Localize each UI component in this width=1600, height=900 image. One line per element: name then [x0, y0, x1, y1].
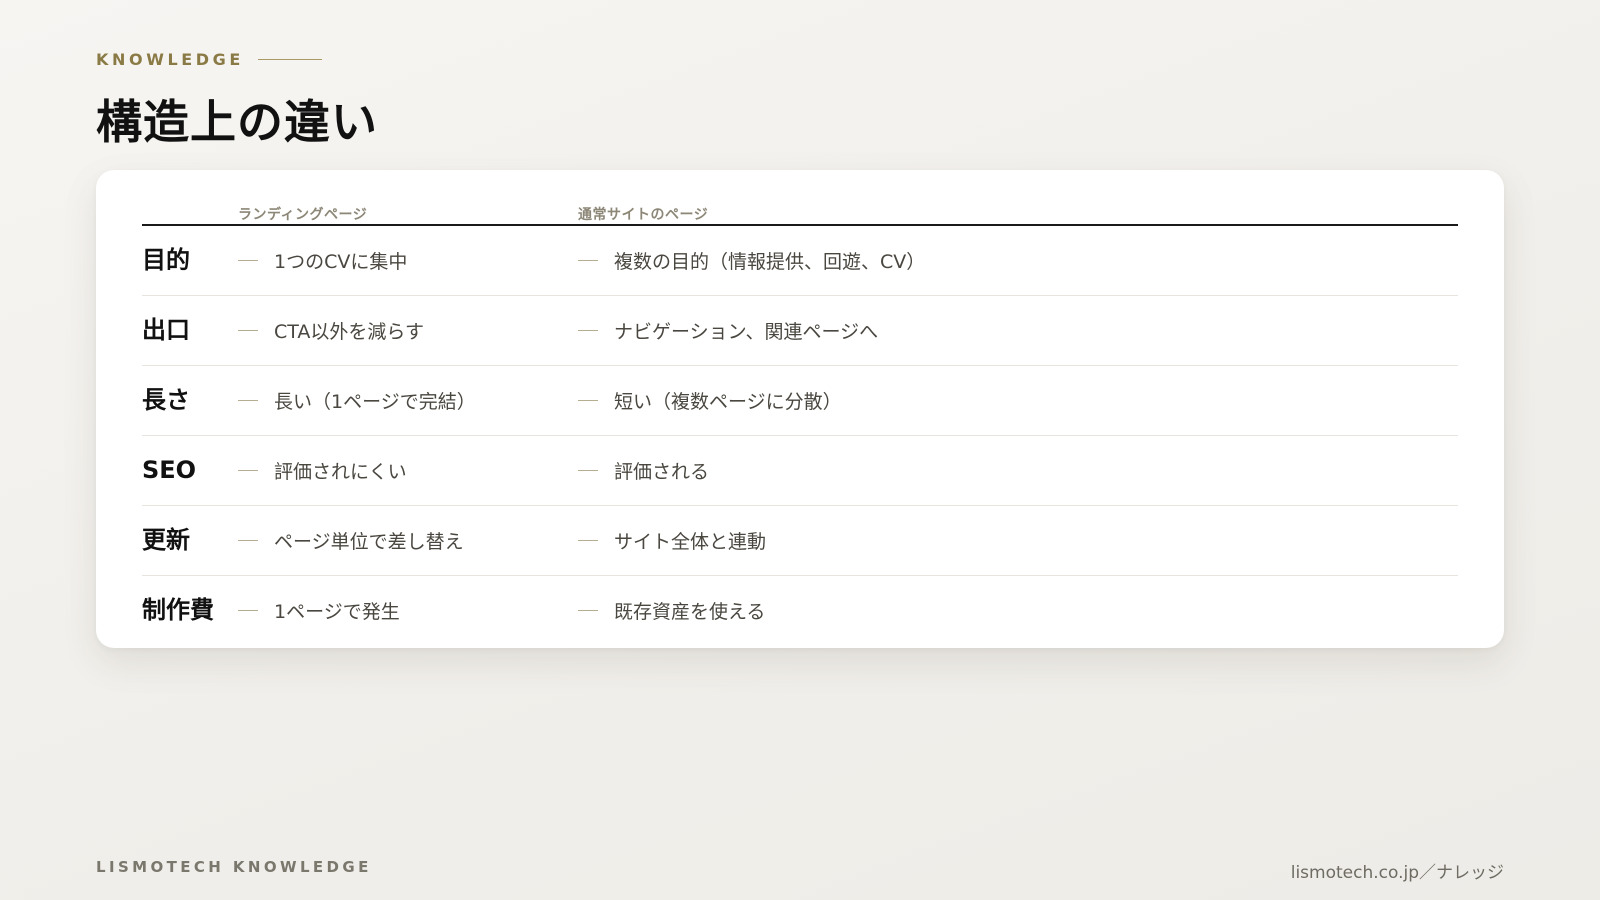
- row-label: 目的: [142, 246, 190, 274]
- table-row: 更新 ページ単位で差し替え サイト全体と連動: [142, 506, 1458, 576]
- cell-text: 1つのCVに集中: [274, 251, 408, 273]
- dash-icon: [238, 330, 258, 331]
- table-header: ランディングページ 通常サイトのページ: [142, 192, 1458, 226]
- dash-icon: [238, 400, 258, 401]
- eyebrow-divider: [257, 59, 322, 60]
- table-row: 長さ 長い（1ページで完結） 短い（複数ページに分散）: [142, 366, 1458, 436]
- cell-text: 既存資産を使える: [614, 601, 766, 623]
- regular-site-cell: 評価される: [578, 436, 709, 505]
- landing-page-cell: 評価されにくい: [238, 436, 407, 505]
- dash-icon: [238, 540, 258, 541]
- table-row: SEO 評価されにくい 評価される: [142, 436, 1458, 506]
- regular-site-cell: サイト全体と連動: [578, 506, 766, 575]
- dash-icon: [578, 260, 598, 261]
- cell-text: 長い（1ページで完結）: [274, 391, 476, 413]
- table-row: 制作費 1ページで発生 既存資産を使える: [142, 576, 1458, 645]
- landing-page-cell: CTA以外を減らす: [238, 296, 424, 365]
- dash-icon: [578, 400, 598, 401]
- dash-icon: [238, 610, 258, 611]
- section-eyebrow: KNOWLEDGE: [96, 50, 322, 69]
- cell-text: CTA以外を減らす: [274, 321, 425, 343]
- comparison-table: ランディングページ 通常サイトのページ 目的 1つのCVに集中 複数の目的（情報…: [142, 192, 1458, 645]
- footer-brand: LISMOTECH KNOWLEDGE: [96, 858, 372, 876]
- cell-text: 1ページで発生: [274, 601, 400, 623]
- dash-icon: [578, 330, 598, 331]
- row-label: 出口: [142, 316, 190, 344]
- cell-text: サイト全体と連動: [614, 531, 767, 553]
- dash-icon: [238, 470, 258, 471]
- regular-site-cell: ナビゲーション、関連ページへ: [578, 296, 878, 365]
- cell-text: 評価される: [614, 461, 710, 483]
- cell-text: 評価されにくい: [274, 461, 407, 483]
- eyebrow-label: KNOWLEDGE: [96, 50, 244, 69]
- comparison-card: ランディングページ 通常サイトのページ 目的 1つのCVに集中 複数の目的（情報…: [96, 170, 1504, 648]
- landing-page-cell: 長い（1ページで完結）: [238, 366, 476, 435]
- row-label: 長さ: [142, 386, 190, 414]
- footer-url: lismotech.co.jp／ナレッジ: [1290, 863, 1504, 883]
- landing-page-cell: ページ単位で差し替え: [238, 506, 464, 575]
- table-row: 出口 CTA以外を減らす ナビゲーション、関連ページへ: [142, 296, 1458, 366]
- dash-icon: [578, 610, 598, 611]
- page-title: 構造上の違い: [96, 95, 378, 149]
- regular-site-cell: 既存資産を使える: [578, 576, 765, 645]
- row-label: 更新: [142, 526, 190, 554]
- cell-text: 短い（複数ページに分散）: [614, 391, 842, 413]
- landing-page-cell: 1ページで発生: [238, 576, 400, 645]
- regular-site-cell: 短い（複数ページに分散）: [578, 366, 842, 435]
- landing-page-cell: 1つのCVに集中: [238, 226, 407, 295]
- dash-icon: [238, 260, 258, 261]
- cell-text: ナビゲーション、関連ページへ: [614, 321, 879, 343]
- cell-text: ページ単位で差し替え: [274, 531, 464, 553]
- dash-icon: [578, 470, 598, 471]
- table-row: 目的 1つのCVに集中 複数の目的（情報提供、回遊、CV）: [142, 226, 1458, 296]
- dash-icon: [578, 540, 598, 541]
- regular-site-cell: 複数の目的（情報提供、回遊、CV）: [578, 226, 925, 295]
- row-label: SEO: [142, 456, 197, 484]
- row-label: 制作費: [142, 596, 214, 624]
- cell-text: 複数の目的（情報提供、回遊、CV）: [614, 251, 926, 273]
